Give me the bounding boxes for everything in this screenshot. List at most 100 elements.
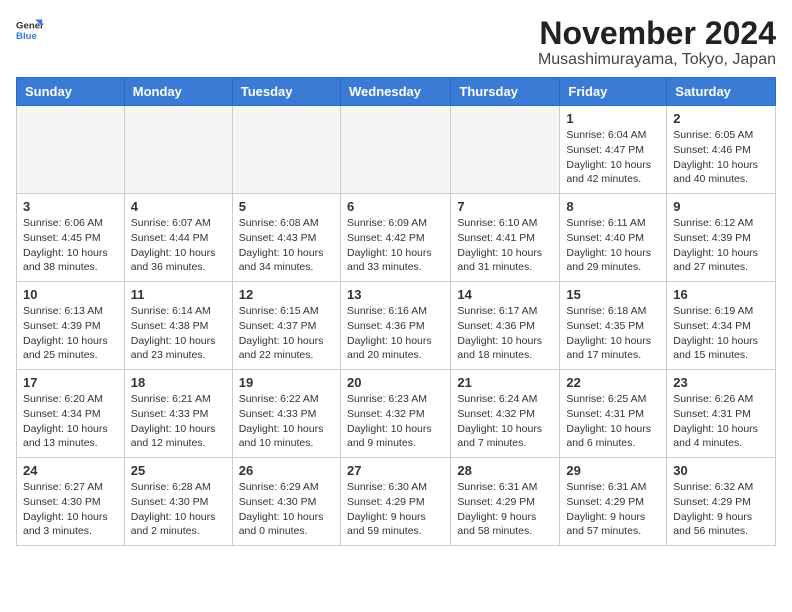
svg-text:Blue: Blue <box>16 31 37 42</box>
day-number: 8 <box>566 199 660 214</box>
calendar-cell: 26 Sunrise: 6:29 AMSunset: 4:30 PMDayligh… <box>232 458 340 546</box>
calendar-cell: 18Sunrise: 6:21 AMSunset: 4:33 PMDayligh… <box>124 370 232 458</box>
day-number: 27 <box>347 463 444 478</box>
calendar-cell: 13 Sunrise: 6:16 AMSunset: 4:36 PMDayligh… <box>340 282 450 370</box>
calendar-cell: 23 Sunrise: 6:26 AMSunset: 4:31 PMDayligh… <box>667 370 776 458</box>
day-number: 11 <box>131 287 226 302</box>
day-info: Sunrise: 6:24 AMSunset: 4:32 PMDaylight:… <box>457 392 553 451</box>
day-number: 4 <box>131 199 226 214</box>
column-header-monday: Monday <box>124 78 232 106</box>
calendar-cell: 11 Sunrise: 6:14 AMSunset: 4:38 PMDayligh… <box>124 282 232 370</box>
day-info: Sunrise: 6:32 AMSunset: 4:29 PMDaylight:… <box>673 480 769 539</box>
day-number: 19 <box>239 375 334 390</box>
day-info: Sunrise: 6:31 AMSunset: 4:29 PMDaylight:… <box>566 480 660 539</box>
calendar-cell: 24Sunrise: 6:27 AMSunset: 4:30 PMDayligh… <box>17 458 125 546</box>
day-number: 14 <box>457 287 553 302</box>
location-subtitle: Musashimurayama, Tokyo, Japan <box>538 51 776 69</box>
day-number: 12 <box>239 287 334 302</box>
day-info: Sunrise: 6:11 AMSunset: 4:40 PMDaylight:… <box>566 216 660 275</box>
calendar-cell: 6Sunrise: 6:09 AMSunset: 4:42 PMDaylight… <box>340 194 450 282</box>
calendar-header-row: SundayMondayTuesdayWednesdayThursdayFrid… <box>17 78 776 106</box>
calendar-cell <box>340 106 450 194</box>
day-info: Sunrise: 6:10 AMSunset: 4:41 PMDaylight:… <box>457 216 553 275</box>
calendar-cell <box>124 106 232 194</box>
day-number: 16 <box>673 287 769 302</box>
calendar-cell: 4Sunrise: 6:07 AMSunset: 4:44 PMDaylight… <box>124 194 232 282</box>
calendar-cell: 29 Sunrise: 6:31 AMSunset: 4:29 PMDayligh… <box>560 458 667 546</box>
calendar-cell: 19 Sunrise: 6:22 AMSunset: 4:33 PMDayligh… <box>232 370 340 458</box>
day-info: Sunrise: 6:15 AMSunset: 4:37 PMDaylight:… <box>239 304 334 363</box>
day-info: Sunrise: 6:05 AMSunset: 4:46 PMDaylight:… <box>673 128 769 187</box>
day-number: 21 <box>457 375 553 390</box>
day-number: 15 <box>566 287 660 302</box>
month-title: November 2024 <box>538 16 776 51</box>
day-info: Sunrise: 6:25 AMSunset: 4:31 PMDaylight:… <box>566 392 660 451</box>
column-header-sunday: Sunday <box>17 78 125 106</box>
calendar-cell: 15 Sunrise: 6:18 AMSunset: 4:35 PMDayligh… <box>560 282 667 370</box>
calendar-cell: 7 Sunrise: 6:10 AMSunset: 4:41 PMDaylight… <box>451 194 560 282</box>
day-number: 5 <box>239 199 334 214</box>
day-info: Sunrise: 6:28 AMSunset: 4:30 PMDaylight:… <box>131 480 226 539</box>
calendar-cell: 30 Sunrise: 6:32 AMSunset: 4:29 PMDayligh… <box>667 458 776 546</box>
day-info: Sunrise: 6:06 AMSunset: 4:45 PMDaylight:… <box>23 216 118 275</box>
day-info: Sunrise: 6:26 AMSunset: 4:31 PMDaylight:… <box>673 392 769 451</box>
week-row-3: 10 Sunrise: 6:13 AMSunset: 4:39 PMDayligh… <box>17 282 776 370</box>
day-number: 26 <box>239 463 334 478</box>
day-info: Sunrise: 6:12 AMSunset: 4:39 PMDaylight:… <box>673 216 769 275</box>
day-info: Sunrise: 6:22 AMSunset: 4:33 PMDaylight:… <box>239 392 334 451</box>
logo-icon: General Blue <box>16 16 44 44</box>
logo: General Blue <box>16 16 44 44</box>
day-info: Sunrise: 6:30 AMSunset: 4:29 PMDaylight:… <box>347 480 444 539</box>
calendar-cell: 20 Sunrise: 6:23 AMSunset: 4:32 PMDayligh… <box>340 370 450 458</box>
column-header-tuesday: Tuesday <box>232 78 340 106</box>
day-number: 6 <box>347 199 444 214</box>
day-number: 23 <box>673 375 769 390</box>
week-row-1: 1 Sunrise: 6:04 AMSunset: 4:47 PMDaylight… <box>17 106 776 194</box>
day-info: Sunrise: 6:14 AMSunset: 4:38 PMDaylight:… <box>131 304 226 363</box>
calendar-cell: 3 Sunrise: 6:06 AMSunset: 4:45 PMDaylight… <box>17 194 125 282</box>
day-number: 20 <box>347 375 444 390</box>
day-info: Sunrise: 6:16 AMSunset: 4:36 PMDaylight:… <box>347 304 444 363</box>
day-info: Sunrise: 6:18 AMSunset: 4:35 PMDaylight:… <box>566 304 660 363</box>
column-header-saturday: Saturday <box>667 78 776 106</box>
calendar-cell: 27 Sunrise: 6:30 AMSunset: 4:29 PMDayligh… <box>340 458 450 546</box>
day-number: 9 <box>673 199 769 214</box>
day-info: Sunrise: 6:23 AMSunset: 4:32 PMDaylight:… <box>347 392 444 451</box>
calendar-cell: 21 Sunrise: 6:24 AMSunset: 4:32 PMDayligh… <box>451 370 560 458</box>
calendar-cell: 10 Sunrise: 6:13 AMSunset: 4:39 PMDayligh… <box>17 282 125 370</box>
day-number: 7 <box>457 199 553 214</box>
day-info: Sunrise: 6:27 AMSunset: 4:30 PMDaylight:… <box>23 480 118 539</box>
day-info: Sunrise: 6:29 AMSunset: 4:30 PMDaylight:… <box>239 480 334 539</box>
column-header-wednesday: Wednesday <box>340 78 450 106</box>
title-block: November 2024 Musashimurayama, Tokyo, Ja… <box>538 16 776 69</box>
calendar-cell: 5 Sunrise: 6:08 AMSunset: 4:43 PMDaylight… <box>232 194 340 282</box>
calendar-cell: 22 Sunrise: 6:25 AMSunset: 4:31 PMDayligh… <box>560 370 667 458</box>
day-info: Sunrise: 6:04 AMSunset: 4:47 PMDaylight:… <box>566 128 660 187</box>
day-number: 10 <box>23 287 118 302</box>
day-number: 22 <box>566 375 660 390</box>
calendar-cell: 2 Sunrise: 6:05 AMSunset: 4:46 PMDaylight… <box>667 106 776 194</box>
calendar-cell: 14Sunrise: 6:17 AMSunset: 4:36 PMDayligh… <box>451 282 560 370</box>
day-number: 29 <box>566 463 660 478</box>
day-number: 28 <box>457 463 553 478</box>
day-number: 13 <box>347 287 444 302</box>
calendar-cell <box>232 106 340 194</box>
calendar-cell: 17Sunrise: 6:20 AMSunset: 4:34 PMDayligh… <box>17 370 125 458</box>
calendar-cell: 12 Sunrise: 6:15 AMSunset: 4:37 PMDayligh… <box>232 282 340 370</box>
week-row-4: 17Sunrise: 6:20 AMSunset: 4:34 PMDayligh… <box>17 370 776 458</box>
day-number: 3 <box>23 199 118 214</box>
calendar-cell <box>17 106 125 194</box>
day-info: Sunrise: 6:21 AMSunset: 4:33 PMDaylight:… <box>131 392 226 451</box>
week-row-5: 24Sunrise: 6:27 AMSunset: 4:30 PMDayligh… <box>17 458 776 546</box>
day-number: 2 <box>673 111 769 126</box>
page-header: General Blue November 2024 Musashimuraya… <box>16 16 776 69</box>
day-number: 25 <box>131 463 226 478</box>
calendar-cell: 1 Sunrise: 6:04 AMSunset: 4:47 PMDaylight… <box>560 106 667 194</box>
day-info: Sunrise: 6:13 AMSunset: 4:39 PMDaylight:… <box>23 304 118 363</box>
column-header-friday: Friday <box>560 78 667 106</box>
day-info: Sunrise: 6:08 AMSunset: 4:43 PMDaylight:… <box>239 216 334 275</box>
day-number: 1 <box>566 111 660 126</box>
day-number: 30 <box>673 463 769 478</box>
calendar-cell: 8 Sunrise: 6:11 AMSunset: 4:40 PMDaylight… <box>560 194 667 282</box>
calendar-cell: 16Sunrise: 6:19 AMSunset: 4:34 PMDayligh… <box>667 282 776 370</box>
